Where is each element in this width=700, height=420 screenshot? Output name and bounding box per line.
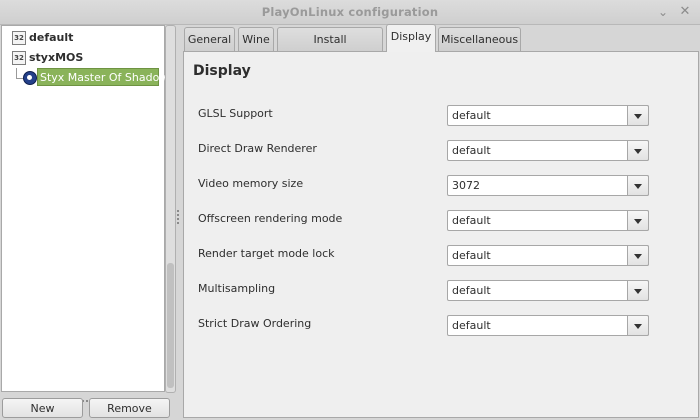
direct-draw-renderer-select[interactable]: default [447,140,649,161]
chevron-down-icon[interactable] [627,245,649,266]
wine-32bit-icon: 32 [12,31,26,45]
panel-title: Display [193,63,251,79]
setting-label: Video memory size [198,177,304,190]
chevron-down-icon[interactable] [627,210,649,231]
setting-label: Render target mode lock [198,247,335,260]
tree-item-label: default [29,31,74,44]
wine-32bit-icon: 32 [12,51,26,65]
chevron-down-icon[interactable] [627,175,649,196]
playonlinux-config-window: PlayOnLinux configuration ⌄ ✕ 32 default… [0,0,700,420]
display-settings-panel: Display GLSL Support default Direct Draw… [183,51,699,418]
setting-label: Strict Draw Ordering [198,317,312,330]
render-target-mode-lock-select[interactable]: default [447,245,649,266]
tree-item-styx-master-of-shadows[interactable]: Styx Master Of Shadows [37,68,174,86]
scrollbar-thumb[interactable] [167,263,174,388]
window-title: PlayOnLinux configuration [261,5,439,19]
setting-label: Direct Draw Renderer [198,142,317,155]
setting-label: GLSL Support [198,107,273,120]
chevron-down-icon[interactable] [627,315,649,336]
vertical-splitter-handle[interactable] [176,208,180,228]
tab-miscellaneous[interactable]: Miscellaneous [438,27,521,51]
select-value: default [452,249,491,262]
offscreen-rendering-mode-select[interactable]: default [447,210,649,231]
chevron-down-icon[interactable] [627,280,649,301]
new-button[interactable]: New [2,398,83,418]
strict-draw-ordering-select[interactable]: default [447,315,649,336]
select-value: default [452,319,491,332]
tab-general[interactable]: General [184,27,235,51]
steam-icon [23,71,37,85]
tab-install-components[interactable]: Install components [277,27,383,70]
remove-button[interactable]: Remove [89,398,170,418]
glsl-support-select[interactable]: default [447,105,649,126]
vertical-scrollbar[interactable] [165,25,176,393]
horizontal-splitter-handle[interactable] [78,392,102,402]
select-value: default [452,284,491,297]
select-value: 3072 [452,179,480,192]
prefix-tree[interactable]: 32 default 32 styxMOS Styx Master Of Sha… [1,25,174,392]
multisampling-select[interactable]: default [447,280,649,301]
tab-wine[interactable]: Wine [238,27,274,51]
tree-item-label: styxMOS [29,51,84,64]
chevron-down-icon[interactable] [627,105,649,126]
close-icon[interactable]: ✕ [677,4,693,20]
setting-label: Offscreen rendering mode [198,212,343,225]
video-memory-size-select[interactable]: 3072 [447,175,649,196]
setting-label: Multisampling [198,282,276,295]
minimize-icon[interactable]: ⌄ [655,4,671,20]
select-value: default [452,109,491,122]
titlebar[interactable]: PlayOnLinux configuration ⌄ ✕ [0,0,700,25]
chevron-down-icon[interactable] [627,140,649,161]
tab-display[interactable]: Display [386,24,436,52]
select-value: default [452,144,491,157]
select-value: default [452,214,491,227]
